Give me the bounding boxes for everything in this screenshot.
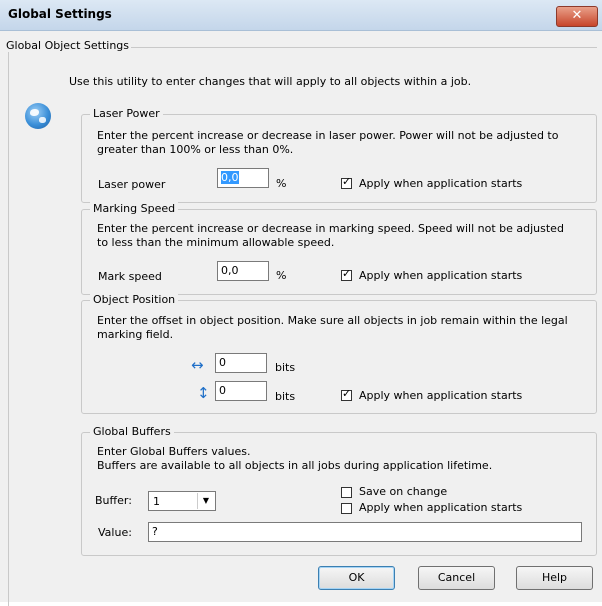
laser-power-legend: Laser Power — [90, 107, 163, 120]
buffers-apply-label[interactable]: Apply when application starts — [359, 501, 522, 514]
mark-speed-unit: % — [276, 269, 287, 282]
marking-speed-apply-checkbox[interactable] — [341, 267, 352, 281]
window-title: Global Settings — [8, 7, 112, 21]
buffers-apply-checkbox[interactable] — [341, 503, 352, 514]
global-buffers-group: Global Buffers Enter Global Buffers valu… — [81, 425, 597, 556]
marking-speed-group: Marking Speed Enter the percent increase… — [81, 202, 597, 295]
laser-power-value: 0,0 — [221, 171, 239, 184]
marking-speed-apply-label[interactable]: Apply when application starts — [359, 269, 522, 282]
save-on-change-checkbox[interactable] — [341, 487, 352, 498]
marking-speed-legend: Marking Speed — [90, 202, 179, 215]
dialog-body: Global Object Settings Use this utility … — [0, 31, 602, 606]
chevron-down-icon[interactable]: ▼ — [197, 493, 214, 509]
mark-speed-label: Mark speed — [98, 270, 162, 283]
buffer-select[interactable]: 1 ▼ — [148, 491, 216, 511]
x-offset-unit: bits — [275, 361, 296, 374]
laser-power-apply-checkbox[interactable] — [341, 175, 352, 189]
laser-power-unit: % — [276, 177, 287, 190]
buffer-label: Buffer: — [95, 494, 132, 507]
laser-power-apply-label[interactable]: Apply when application starts — [359, 177, 522, 190]
vertical-arrows-icon: ↕ — [197, 384, 210, 402]
object-position-group: Object Position Enter the offset in obje… — [81, 293, 597, 414]
title-bar: Global Settings ✕ — [0, 0, 602, 31]
global-buffers-desc-line1: Enter Global Buffers values. — [97, 445, 251, 458]
buffer-value-text: ? — [152, 525, 158, 538]
mark-speed-value: 0,0 — [221, 264, 239, 277]
cancel-button[interactable]: Cancel — [418, 566, 495, 590]
laser-power-group: Laser Power Enter the percent increase o… — [81, 107, 597, 203]
globe-icon — [25, 103, 51, 129]
laser-power-desc-line1: Enter the percent increase or decrease i… — [97, 129, 559, 142]
laser-power-label: Laser power — [98, 178, 166, 191]
global-object-settings-legend: Global Object Settings — [4, 39, 132, 52]
global-buffers-desc-line2: Buffers are available to all objects in … — [97, 459, 493, 472]
laser-power-input[interactable]: 0,0 — [217, 168, 269, 188]
help-button[interactable]: Help — [516, 566, 593, 590]
object-position-desc-line1: Enter the offset in object position. Mak… — [97, 314, 568, 327]
object-position-desc-line2: marking field. — [97, 328, 174, 341]
ok-button[interactable]: OK — [318, 566, 395, 590]
global-buffers-legend: Global Buffers — [90, 425, 174, 438]
value-label: Value: — [98, 526, 132, 539]
object-position-apply-checkbox[interactable] — [341, 387, 352, 401]
y-offset-unit: bits — [275, 390, 296, 403]
buffer-value-input[interactable]: ? — [148, 522, 582, 542]
y-offset-value: 0 — [219, 384, 226, 397]
object-position-legend: Object Position — [90, 293, 179, 306]
save-on-change-label[interactable]: Save on change — [359, 485, 447, 498]
laser-power-desc-line2: greater than 100% or less than 0%. — [97, 143, 294, 156]
mark-speed-input[interactable]: 0,0 — [217, 261, 269, 281]
marking-speed-desc-line2: to less than the minimum allowable speed… — [97, 236, 335, 249]
buffer-select-value: 1 — [153, 495, 160, 508]
object-position-apply-label[interactable]: Apply when application starts — [359, 389, 522, 402]
x-offset-value: 0 — [219, 356, 226, 369]
y-offset-input[interactable]: 0 — [215, 381, 267, 401]
marking-speed-desc-line1: Enter the percent increase or decrease i… — [97, 222, 564, 235]
close-button[interactable]: ✕ — [556, 6, 598, 27]
intro-text: Use this utility to enter changes that w… — [69, 75, 472, 88]
horizontal-arrows-icon: ↔ — [191, 356, 204, 374]
x-offset-input[interactable]: 0 — [215, 353, 267, 373]
